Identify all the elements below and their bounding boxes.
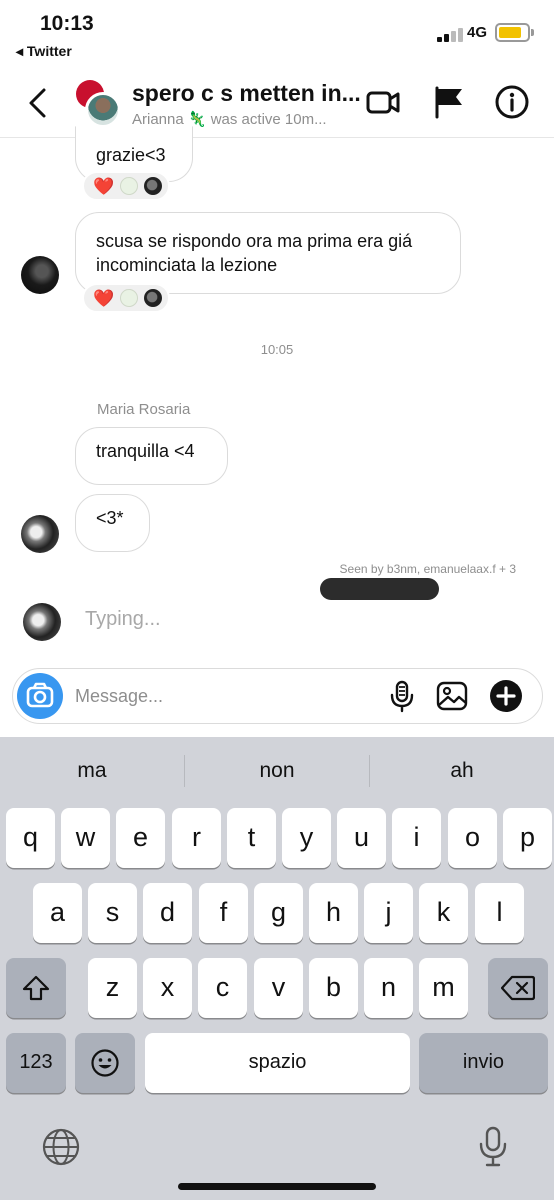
key-f[interactable]: f <box>199 883 248 943</box>
typing-avatar <box>23 603 61 641</box>
numbers-key[interactable]: 123 <box>6 1033 66 1093</box>
key-j[interactable]: j <box>364 883 413 943</box>
key-h[interactable]: h <box>309 883 358 943</box>
shift-key[interactable] <box>6 958 66 1018</box>
key-m[interactable]: m <box>419 958 468 1018</box>
key-g[interactable]: g <box>254 883 303 943</box>
key-c[interactable]: c <box>198 958 247 1018</box>
chat-title[interactable]: spero c s metten in... <box>132 80 362 107</box>
typing-indicator: Typing... <box>85 608 161 630</box>
message-bubble[interactable]: tranquilla <4 <box>75 427 228 485</box>
key-n[interactable]: n <box>364 958 413 1018</box>
shift-icon <box>22 975 50 1001</box>
suggestion-bar: ma non ah <box>0 737 554 805</box>
reactor-avatar <box>144 289 162 307</box>
message-input[interactable] <box>75 681 375 711</box>
dictation-icon[interactable] <box>476 1125 510 1169</box>
key-d[interactable]: d <box>143 883 192 943</box>
info-icon[interactable] <box>494 84 530 120</box>
message-text: tranquilla <4 <box>96 441 195 461</box>
redacted-bar <box>320 578 439 600</box>
plus-icon[interactable] <box>489 679 523 713</box>
microphone-icon[interactable] <box>385 679 419 713</box>
return-key[interactable]: invio <box>419 1033 548 1093</box>
key-t[interactable]: t <box>227 808 276 868</box>
heart-reaction-icon: ❤️ <box>93 177 115 196</box>
flag-icon[interactable] <box>431 84 467 120</box>
reactor-avatar <box>144 177 162 195</box>
key-u[interactable]: u <box>337 808 386 868</box>
group-avatar[interactable] <box>76 80 121 128</box>
status-bar: 10:13 ◂ Twitter 4G <box>0 0 554 70</box>
message-text: <3* <box>96 508 124 528</box>
emoji-icon <box>91 1049 119 1077</box>
key-r[interactable]: r <box>172 808 221 868</box>
key-a[interactable]: a <box>33 883 82 943</box>
key-v[interactable]: v <box>254 958 303 1018</box>
backspace-icon <box>500 975 536 1001</box>
key-p[interactable]: p <box>503 808 552 868</box>
sender-avatar[interactable] <box>21 515 59 553</box>
back-to-app-link[interactable]: ◂ Twitter <box>16 43 72 60</box>
message-reactions[interactable]: ❤️ <box>82 171 170 201</box>
key-q[interactable]: q <box>6 808 55 868</box>
status-time: 10:13 <box>40 12 94 35</box>
back-chevron-icon[interactable] <box>24 86 54 120</box>
key-w[interactable]: w <box>61 808 110 868</box>
key-o[interactable]: o <box>448 808 497 868</box>
keyboard: ma non ah qwertyuiop asdfghjkl zxcvbnm 123… <box>0 737 554 1200</box>
key-e[interactable]: e <box>116 808 165 868</box>
message-reactions[interactable]: ❤️ <box>82 283 170 313</box>
gallery-icon[interactable] <box>435 679 469 713</box>
key-l[interactable]: l <box>475 883 524 943</box>
reactor-avatar <box>120 289 138 307</box>
reactor-avatar <box>120 177 138 195</box>
key-i[interactable]: i <box>392 808 441 868</box>
sender-name: Maria Rosaria <box>97 401 191 418</box>
key-x[interactable]: x <box>143 958 192 1018</box>
emoji-key[interactable] <box>75 1033 135 1093</box>
sender-avatar[interactable] <box>21 256 59 294</box>
suggestion-item[interactable]: ma <box>0 737 184 805</box>
space-key[interactable]: spazio <box>145 1033 410 1093</box>
message-bubble[interactable]: <3* <box>75 494 150 552</box>
key-z[interactable]: z <box>88 958 137 1018</box>
globe-icon[interactable] <box>41 1127 81 1167</box>
message-text: scusa se rispondo ora ma prima era giá i… <box>96 231 413 275</box>
signal-icon <box>437 26 463 42</box>
message-text: grazie<3 <box>96 145 166 165</box>
key-y[interactable]: y <box>282 808 331 868</box>
suggestion-item[interactable]: non <box>185 737 369 805</box>
video-call-icon[interactable] <box>365 84 401 120</box>
suggestion-item[interactable]: ah <box>370 737 554 805</box>
key-b[interactable]: b <box>309 958 358 1018</box>
backspace-key[interactable] <box>488 958 548 1018</box>
seen-by-receipt[interactable]: Seen by b3nm, emanuelaax.f + 3 <box>340 562 516 576</box>
battery-icon <box>495 23 534 42</box>
key-s[interactable]: s <box>88 883 137 943</box>
message-composer <box>12 668 543 724</box>
heart-reaction-icon: ❤️ <box>93 289 115 308</box>
home-indicator <box>178 1183 376 1190</box>
network-type: 4G <box>467 24 488 41</box>
message-timestamp: 10:05 <box>260 342 294 357</box>
message-bubble[interactable]: scusa se rispondo ora ma prima era giá i… <box>75 212 461 294</box>
key-k[interactable]: k <box>419 883 468 943</box>
camera-button[interactable] <box>17 673 63 719</box>
camera-icon <box>26 682 54 708</box>
